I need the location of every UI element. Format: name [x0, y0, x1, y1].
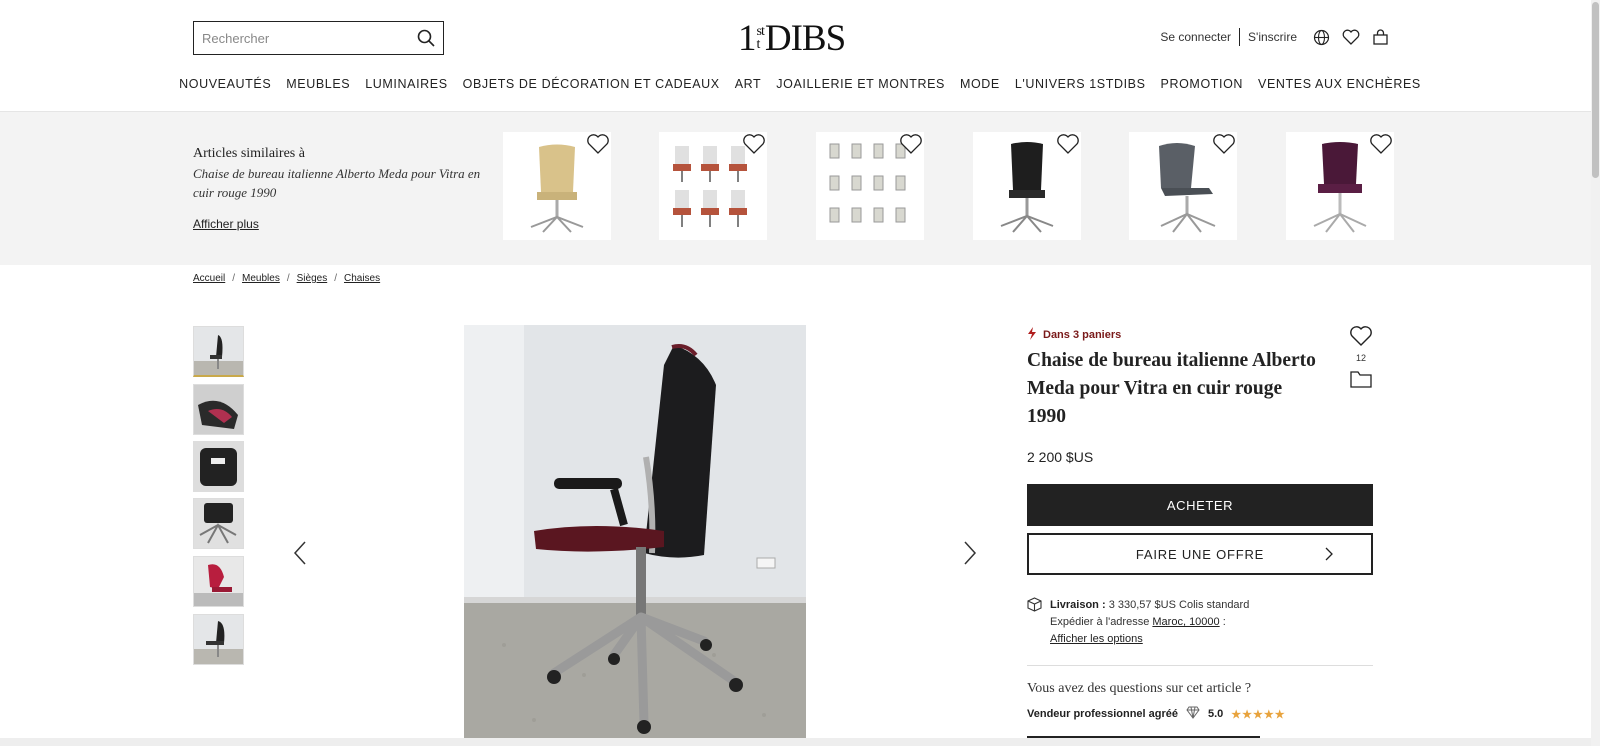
- heart-icon[interactable]: [1368, 132, 1394, 161]
- breadcrumb-home[interactable]: Accueil: [193, 273, 225, 284]
- heart-icon[interactable]: [1349, 326, 1373, 351]
- cart-count-text: Dans 3 paniers: [1043, 329, 1122, 341]
- make-offer-label: FAIRE UNE OFFRE: [1135, 546, 1265, 562]
- favorite-count: 12: [1355, 353, 1366, 363]
- nav-item-art[interactable]: ART: [727, 77, 769, 91]
- thumbnail[interactable]: [193, 441, 244, 492]
- breadcrumb: Accueil / Meubles / Sièges / Chaises: [193, 273, 381, 284]
- package-icon: [1027, 597, 1042, 618]
- buy-button[interactable]: ACHETER: [1027, 484, 1373, 526]
- search-icon[interactable]: [409, 22, 443, 54]
- similar-text: Articles similaires à Chaise de bureau i…: [193, 146, 483, 233]
- thumbnail[interactable]: [193, 326, 244, 377]
- nav-item-objets[interactable]: OBJETS DE DÉCORATION ET CADEAUX: [455, 77, 727, 91]
- breadcrumb-chaises[interactable]: Chaises: [344, 273, 380, 284]
- main-nav: NOUVEAUTÉS MEUBLES LUMINAIRES OBJETS DE …: [0, 77, 1600, 91]
- heart-icon[interactable]: [1055, 132, 1081, 161]
- shipping-options-link[interactable]: Afficher les options: [1050, 633, 1143, 645]
- site-logo[interactable]: 1 st t DIBS: [738, 17, 846, 59]
- nav-item-nouveautes[interactable]: NOUVEAUTÉS: [172, 77, 279, 91]
- cart-count-badge: Dans 3 paniers: [1027, 327, 1121, 343]
- nav-item-promotion[interactable]: PROMOTION: [1153, 77, 1250, 91]
- scrollbar[interactable]: [1591, 0, 1600, 746]
- nav-item-luminaires[interactable]: LUMINAIRES: [358, 77, 455, 91]
- make-offer-button[interactable]: FAIRE UNE OFFRE: [1027, 533, 1373, 575]
- product-title: Chaise de bureau italienne Alberto Meda …: [1027, 350, 1316, 427]
- lightning-icon: [1027, 327, 1037, 343]
- signup-link[interactable]: S'inscrire: [1248, 30, 1297, 44]
- login-link[interactable]: Se connecter: [1160, 30, 1231, 44]
- nav-item-joaillerie[interactable]: JOAILLERIE ET MONTRES: [769, 77, 953, 91]
- thumbnail[interactable]: [193, 614, 244, 665]
- similar-item-card[interactable]: [973, 132, 1081, 240]
- similar-item-card[interactable]: [816, 132, 924, 240]
- shipping-info: Livraison : 3 330,57 $US Colis standard …: [1027, 597, 1249, 648]
- folder-icon[interactable]: [1350, 370, 1372, 393]
- shipping-value: 3 330,57 $US Colis standard: [1108, 599, 1250, 611]
- show-more-link[interactable]: Afficher plus: [193, 217, 259, 231]
- similar-item-card[interactable]: [1286, 132, 1394, 240]
- seller-label: Vendeur professionnel agréé: [1027, 708, 1178, 720]
- diamond-icon: [1186, 706, 1200, 722]
- thumbnail[interactable]: [193, 384, 244, 435]
- globe-icon[interactable]: [1313, 29, 1330, 46]
- shipping-label: Livraison :: [1050, 599, 1106, 611]
- rating-stars: ★★★★★: [1231, 708, 1286, 721]
- similar-subtitle: Chaise de bureau italienne Alberto Meda …: [193, 166, 481, 200]
- cart-icon[interactable]: [1372, 28, 1389, 46]
- next-image-arrow[interactable]: [963, 540, 977, 571]
- similar-item-card[interactable]: [659, 132, 767, 240]
- page-bottom-edge: [0, 738, 1591, 746]
- thumbnail[interactable]: [193, 498, 244, 549]
- logo-dibs: DIBS: [764, 17, 846, 59]
- main-product-image[interactable]: [464, 325, 806, 739]
- product-price: 2 200 $US: [1027, 449, 1094, 465]
- nav-item-meubles[interactable]: MEUBLES: [279, 77, 358, 91]
- heart-icon[interactable]: [741, 132, 767, 161]
- logo-st-mid: t: [756, 37, 761, 52]
- prev-image-arrow[interactable]: [293, 540, 307, 571]
- nav-item-mode[interactable]: MODE: [952, 77, 1007, 91]
- ship-to-prefix: Expédier à l'adresse: [1050, 616, 1150, 628]
- logo-one: 1: [738, 17, 756, 59]
- similar-items-band: Articles similaires à Chaise de bureau i…: [0, 112, 1600, 265]
- similar-item-card[interactable]: [503, 132, 611, 240]
- breadcrumb-sieges[interactable]: Sièges: [297, 273, 328, 284]
- favorite-button[interactable]: 12: [1349, 325, 1373, 363]
- similar-title: Articles similaires à: [193, 146, 305, 161]
- chevron-right-icon: [1325, 547, 1333, 564]
- account-divider: [1239, 28, 1241, 46]
- ship-to-link[interactable]: Maroc, 10000: [1152, 616, 1219, 628]
- breadcrumb-meubles[interactable]: Meubles: [242, 273, 280, 284]
- questions-heading: Vous avez des questions sur cet article …: [1027, 681, 1252, 696]
- nav-item-univers[interactable]: L'UNIVERS 1STDIBS: [1007, 77, 1153, 91]
- section-divider: [1027, 665, 1373, 666]
- heart-icon[interactable]: [585, 132, 611, 161]
- search-box[interactable]: [193, 21, 444, 55]
- heart-icon[interactable]: [1342, 29, 1360, 45]
- account-bar: Se connecter S'inscrire: [1160, 28, 1389, 46]
- ship-to-suffix: :: [1222, 616, 1226, 628]
- similar-item-card[interactable]: [1129, 132, 1237, 240]
- thumbnail[interactable]: [193, 556, 244, 607]
- heart-icon[interactable]: [1211, 132, 1237, 161]
- seller-info: Vendeur professionnel agréé 5.0 ★★★★★: [1027, 706, 1286, 722]
- scrollbar-thumb[interactable]: [1592, 2, 1599, 178]
- seller-rating: 5.0: [1208, 708, 1224, 720]
- logo-st: st t: [756, 25, 765, 52]
- heart-icon[interactable]: [898, 132, 924, 161]
- nav-item-encheres[interactable]: VENTES AUX ENCHÈRES: [1251, 77, 1429, 91]
- search-input[interactable]: [194, 22, 409, 54]
